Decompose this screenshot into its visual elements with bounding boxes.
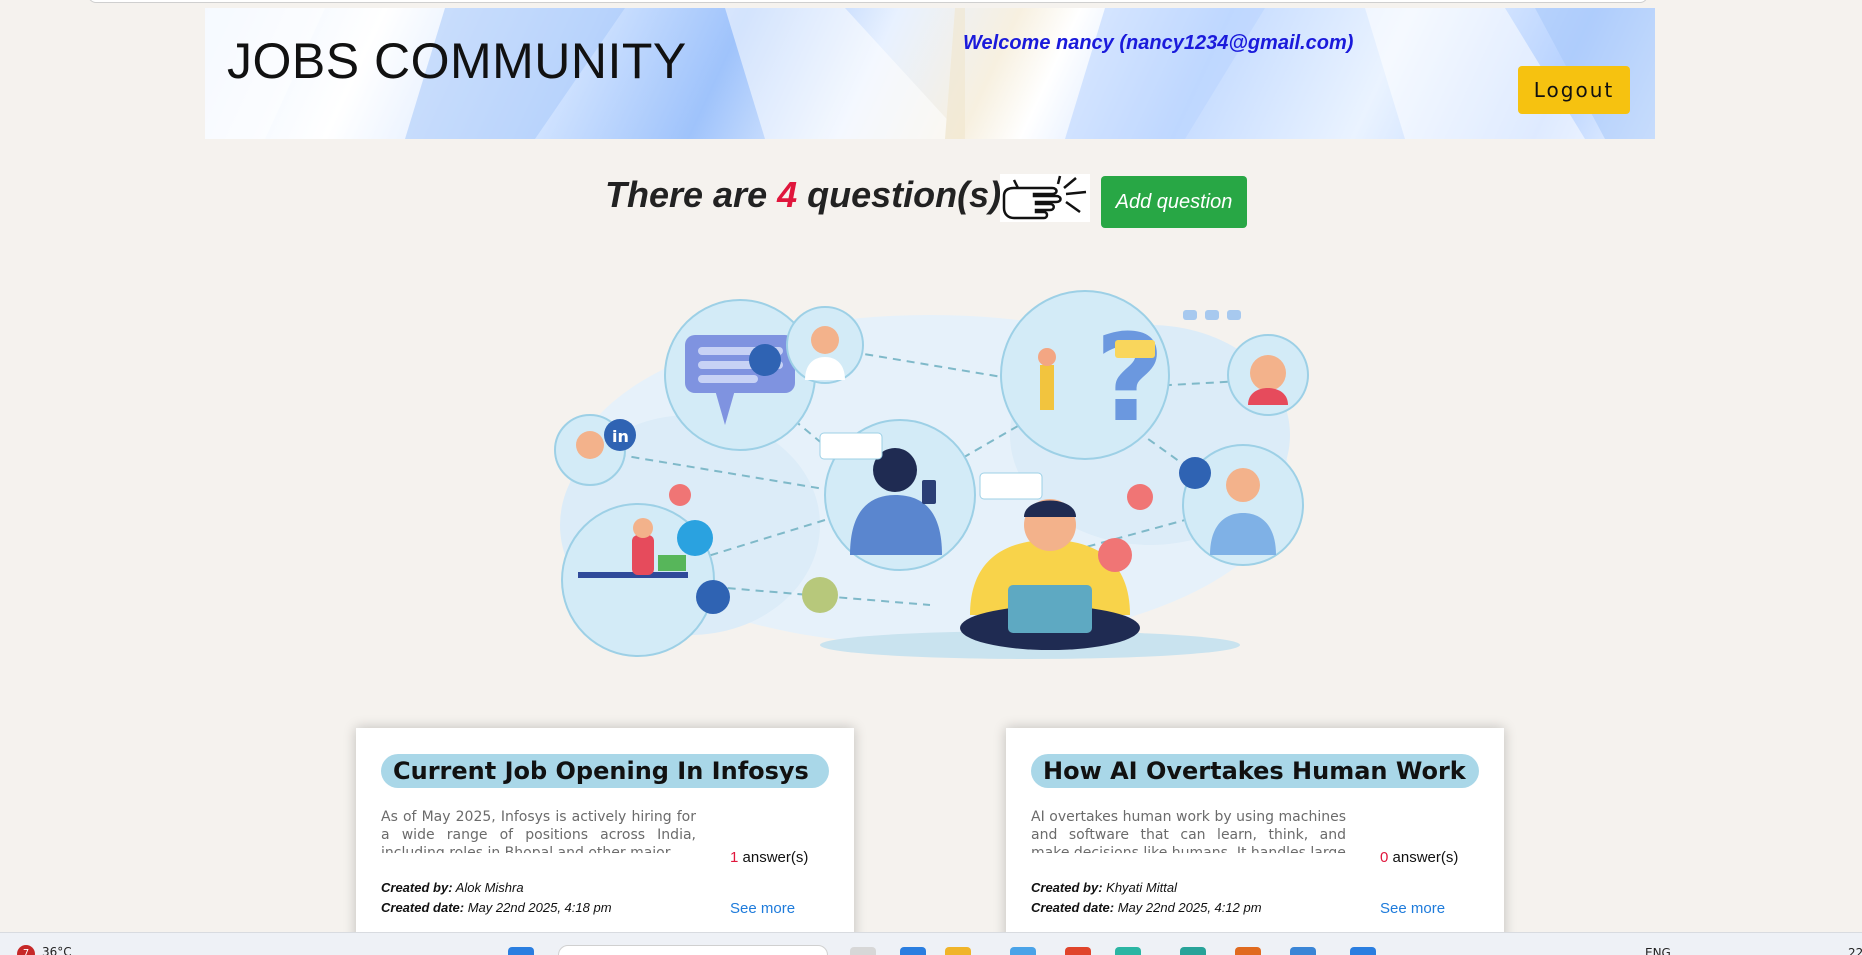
language-indicator[interactable]: ENG [1645,946,1671,955]
created-by-label: Created by: [381,880,453,895]
browser-top-strip [0,0,1862,6]
question-description: As of May 2025, Infosys is actively hiri… [381,809,696,853]
created-date-value: May 22nd 2025, 4:12 pm [1117,900,1262,915]
count-suffix: question(s) [807,174,1002,215]
answer-count: 0 answer(s) [1380,849,1458,866]
count-prefix: There are [605,174,768,215]
svg-text:?: ? [1095,310,1165,449]
answer-count-number: 1 [730,849,739,866]
taskbar-app-icon[interactable] [1290,947,1316,955]
windows-start-icon[interactable] [508,947,534,955]
created-by-value: Alok Mishra [455,880,524,895]
see-more-link[interactable]: See more [1380,900,1445,917]
question-count-text: There are 4 question(s) [605,174,1001,216]
see-more-link[interactable]: See more [730,900,795,917]
site-brand[interactable]: JOBS COMMUNITY [227,32,687,90]
taskbar-app-icon[interactable] [900,947,926,955]
question-count: 4 [777,174,798,215]
created-date-label: Created date: [1031,900,1115,915]
answer-count-label: answer(s) [1392,849,1459,866]
question-card: Current Job Opening In Infosys As of May… [356,728,854,955]
community-illustration: ? in [554,290,1309,659]
created-date-value: May 22nd 2025, 4:18 pm [467,900,612,915]
question-title[interactable]: How AI Overtakes Human Work [1031,754,1479,788]
svg-text:in: in [612,427,629,446]
pointing-hand-icon [1000,174,1090,222]
question-description: AI overtakes human work by using machine… [1031,809,1346,853]
question-summary: There are 4 question(s) Add question [0,174,1862,230]
welcome-message: Welcome nancy (nancy1234@gmail.com) [963,32,1354,54]
taskbar-app-icon[interactable] [1010,947,1036,955]
created-date: Created date: May 22nd 2025, 4:12 pm [1031,900,1262,915]
created-by: Created by: Alok Mishra [381,880,524,895]
created-by: Created by: Khyati Mittal [1031,880,1177,895]
created-by-label: Created by: [1031,880,1103,895]
site-header: JOBS COMMUNITY Welcome nancy (nancy1234@… [205,8,1655,139]
answer-count-label: answer(s) [742,849,809,866]
question-title[interactable]: Current Job Opening In Infosys [381,754,829,788]
clock[interactable]: 22:0 [1848,946,1862,955]
taskbar-app-icon[interactable] [1065,947,1091,955]
taskbar-app-icon[interactable] [945,947,971,955]
taskbar-app-icon[interactable] [850,947,876,955]
created-date-label: Created date: [381,900,465,915]
weather-temperature[interactable]: 36°C [42,945,72,955]
answer-count-number: 0 [1380,849,1389,866]
taskbar-app-icon[interactable] [1235,947,1261,955]
os-taskbar: 7 36°C ENG 22:0 [0,932,1862,955]
created-by-value: Khyati Mittal [1106,880,1177,895]
taskbar-app-icon[interactable] [1350,947,1376,955]
created-date: Created date: May 22nd 2025, 4:18 pm [381,900,612,915]
browser-address-edge [88,0,1648,3]
answer-count: 1 answer(s) [730,849,808,866]
question-card: How AI Overtakes Human Work AI overtakes… [1006,728,1504,955]
taskbar-app-icon[interactable] [1115,947,1141,955]
taskbar-app-icon[interactable] [1180,947,1206,955]
weather-badge[interactable]: 7 [17,945,35,955]
logout-button[interactable]: Logout [1518,66,1630,114]
add-question-button[interactable]: Add question [1101,176,1247,228]
search-icon[interactable] [558,945,828,955]
